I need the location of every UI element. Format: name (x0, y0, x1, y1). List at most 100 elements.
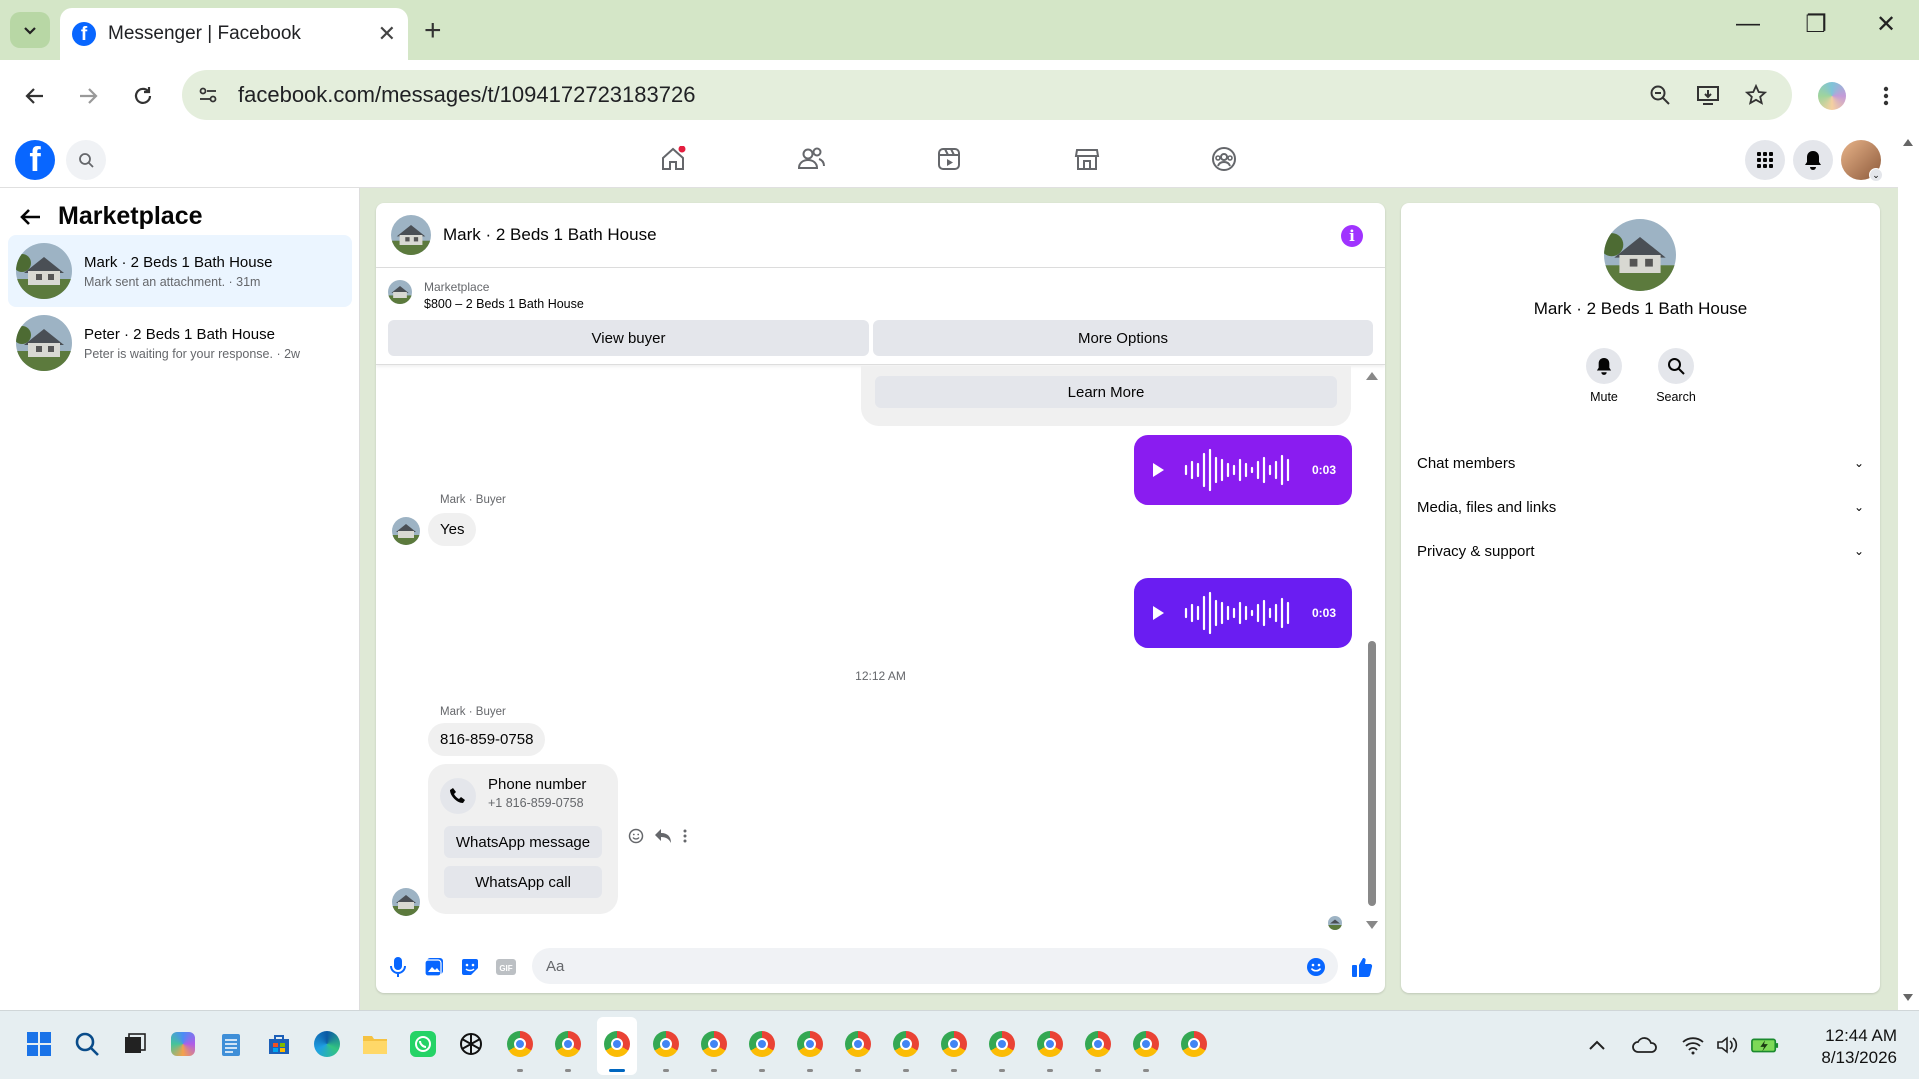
close-window-icon[interactable]: ✕ (1866, 10, 1906, 39)
search-conversation-button[interactable]: Search (1641, 348, 1711, 404)
microphone-icon[interactable] (386, 955, 410, 979)
store-icon[interactable] (264, 1029, 294, 1059)
chrome-icon[interactable] (987, 1029, 1017, 1059)
sender-avatar[interactable] (392, 517, 420, 545)
chrome-icon[interactable] (1179, 1029, 1209, 1059)
tab-search-button[interactable] (10, 12, 50, 48)
chat-avatar[interactable] (391, 215, 431, 255)
conversation-item-peter[interactable]: Peter · 2 Beds 1 Bath House Peter is wai… (8, 307, 352, 379)
more-options-button[interactable]: More Options (873, 320, 1373, 356)
play-icon[interactable] (1150, 462, 1166, 478)
onedrive-cloud-icon[interactable] (1631, 1031, 1659, 1059)
sender-avatar[interactable] (392, 888, 420, 916)
url-text[interactable]: facebook.com/messages/t/1094172723183726 (238, 82, 695, 108)
more-dots-icon[interactable] (682, 828, 688, 844)
zoom-icon[interactable] (1646, 81, 1674, 109)
minimize-icon[interactable]: — (1728, 10, 1768, 38)
task-view-icon[interactable] (120, 1029, 150, 1059)
conversation-name: Peter · 2 Beds 1 Bath House (84, 325, 275, 343)
groups-icon[interactable] (1204, 142, 1244, 176)
profile-icon[interactable] (1814, 78, 1850, 114)
chat-title[interactable]: Mark · 2 Beds 1 Bath House (443, 225, 657, 245)
install-app-icon[interactable] (1694, 81, 1722, 109)
tab-close-icon[interactable]: ✕ (378, 21, 396, 47)
user-avatar[interactable]: ⌄ (1841, 140, 1883, 182)
message-bubble[interactable]: 816-859-0758 (428, 723, 546, 756)
whatsapp-message-button[interactable]: WhatsApp message (444, 826, 602, 858)
message-input[interactable] (532, 948, 1338, 984)
wifi-icon[interactable] (1679, 1031, 1707, 1059)
privacy-support-section[interactable]: Privacy & support ⌄ (1417, 533, 1864, 569)
chatgpt-icon[interactable] (456, 1029, 486, 1059)
volume-icon[interactable] (1714, 1031, 1742, 1059)
notifications-bell-icon[interactable] (1793, 140, 1833, 180)
sticker-icon[interactable] (458, 955, 482, 979)
bookmark-star-icon[interactable] (1742, 81, 1770, 109)
chrome-icon[interactable] (891, 1029, 921, 1059)
restore-icon[interactable]: ❐ (1796, 10, 1836, 39)
chrome-icon[interactable] (795, 1029, 825, 1059)
back-icon[interactable] (17, 78, 53, 114)
address-bar[interactable]: facebook.com/messages/t/1094172723183726 (182, 70, 1792, 120)
chrome-icon[interactable] (505, 1029, 535, 1059)
taskbar-search-icon[interactable] (72, 1029, 102, 1059)
copilot-icon[interactable] (168, 1029, 198, 1059)
info-icon[interactable]: i (1341, 225, 1363, 247)
new-tab-button[interactable]: + (424, 14, 442, 48)
chrome-icon[interactable] (651, 1029, 681, 1059)
media-files-section[interactable]: Media, files and links ⌄ (1417, 489, 1864, 525)
home-icon[interactable] (653, 142, 693, 176)
view-buyer-button[interactable]: View buyer (388, 320, 869, 356)
browser-tab[interactable]: f Messenger | Facebook ✕ (60, 8, 408, 60)
windows-start-icon[interactable] (24, 1029, 54, 1059)
reply-icon[interactable] (654, 828, 672, 844)
system-clock[interactable]: 12:44 AM 8/13/2026 (1821, 1025, 1897, 1069)
chrome-icon[interactable] (939, 1029, 969, 1059)
chrome-icon[interactable] (699, 1029, 729, 1059)
like-thumb-icon[interactable] (1350, 955, 1374, 979)
edge-icon[interactable] (312, 1029, 342, 1059)
emoji-icon[interactable] (1304, 955, 1328, 979)
chrome-icon[interactable] (747, 1029, 777, 1059)
forward-icon[interactable] (70, 78, 106, 114)
account-chevron-icon[interactable]: ⌄ (1869, 168, 1883, 182)
page-scrollbar[interactable] (1898, 130, 1919, 1010)
chrome-icon[interactable] (843, 1029, 873, 1059)
chrome-icon[interactable] (1083, 1029, 1113, 1059)
voice-message[interactable]: 0:03 (1134, 435, 1352, 505)
battery-charging-icon[interactable] (1751, 1031, 1779, 1059)
menu-kebab-icon[interactable] (1868, 78, 1904, 114)
facebook-logo-icon[interactable]: f (15, 140, 55, 180)
chrome-icon[interactable] (553, 1029, 583, 1059)
whatsapp-icon[interactable] (408, 1029, 438, 1059)
chat-members-section[interactable]: Chat members ⌄ (1417, 445, 1864, 481)
facebook-search-icon[interactable] (66, 140, 106, 180)
marketplace-icon[interactable] (1067, 142, 1107, 176)
mute-button[interactable]: Mute (1569, 348, 1639, 404)
chrome-icon[interactable] (1131, 1029, 1161, 1059)
chat-scroll-thumb[interactable] (1368, 641, 1376, 906)
menu-grid-icon[interactable] (1745, 140, 1785, 180)
chrome-icon[interactable] (602, 1029, 632, 1059)
play-icon[interactable] (1150, 605, 1166, 621)
mute-label: Mute (1590, 390, 1618, 404)
learn-more-button[interactable]: Learn More (875, 376, 1337, 408)
friends-icon[interactable] (791, 142, 831, 176)
gif-icon[interactable]: GIF (494, 955, 518, 979)
video-icon[interactable] (929, 142, 969, 176)
voice-message[interactable]: 0:03 (1134, 578, 1352, 648)
chrome-icon[interactable] (1035, 1029, 1065, 1059)
photo-icon[interactable] (422, 955, 446, 979)
tray-overflow-chevron-icon[interactable] (1583, 1031, 1611, 1059)
message-bubble[interactable]: Yes (428, 513, 477, 546)
notepad-icon[interactable] (216, 1029, 246, 1059)
conversation-item-mark[interactable]: Mark · 2 Beds 1 Bath House Mark sent an … (8, 235, 352, 307)
reload-icon[interactable] (125, 78, 161, 114)
react-smiley-icon[interactable] (628, 828, 644, 844)
listing-title[interactable]: $800 – 2 Beds 1 Bath House (424, 297, 584, 311)
site-info-icon[interactable] (194, 81, 222, 109)
chat-scrollbar[interactable] (1364, 366, 1380, 936)
file-explorer-icon[interactable] (360, 1029, 390, 1059)
whatsapp-call-button[interactable]: WhatsApp call (444, 866, 602, 898)
back-arrow-icon[interactable] (20, 208, 42, 226)
